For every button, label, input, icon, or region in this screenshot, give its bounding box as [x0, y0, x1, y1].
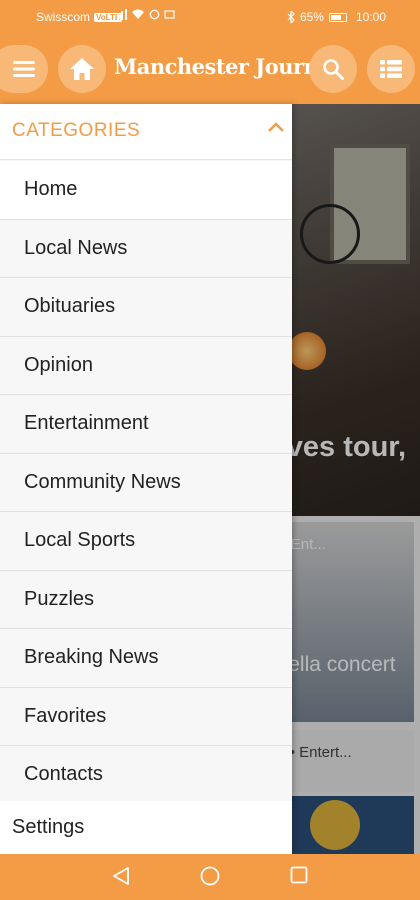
signal-icons — [113, 9, 175, 20]
system-nav-bar — [0, 854, 420, 900]
brand-logo[interactable]: Manchester Journal — [114, 54, 339, 79]
notification-icon — [164, 10, 175, 19]
categories-label: CATEGORIES — [12, 120, 141, 141]
carrier: Swisscom VoLTE — [36, 10, 123, 24]
category-item-favorites[interactable]: Favorites — [0, 687, 292, 746]
list-icon — [380, 60, 402, 78]
signal-icon — [113, 9, 127, 20]
category-item-local-sports[interactable]: Local Sports — [0, 512, 292, 571]
list-button[interactable] — [367, 45, 415, 93]
category-item-puzzles[interactable]: Puzzles — [0, 570, 292, 629]
clock: 10:00 — [355, 10, 386, 24]
search-button[interactable] — [309, 45, 357, 93]
status-bar: Swisscom VoLTE 65% 10:00 — [0, 0, 420, 34]
back-icon[interactable] — [112, 866, 130, 886]
status-right: 65% 10:00 — [287, 10, 386, 24]
category-item-contacts[interactable]: Contacts — [0, 746, 292, 805]
battery-icon — [328, 12, 347, 22]
menu-button[interactable] — [0, 45, 48, 93]
category-item-entertainment[interactable]: Entertainment — [0, 395, 292, 454]
category-item-community-news[interactable]: Community News — [0, 453, 292, 512]
alarm-icon — [149, 9, 160, 20]
app-header: Manchester Journal — [0, 34, 420, 104]
navigation-drawer: CATEGORIES Home Local News Obituaries Op… — [0, 104, 292, 854]
home-button[interactable] — [58, 45, 106, 93]
menu-icon — [13, 61, 35, 77]
bluetooth-icon — [287, 11, 295, 23]
category-list: Home Local News Obituaries Opinion Enter… — [0, 161, 292, 805]
battery-percent: 65% — [299, 10, 324, 24]
search-icon — [323, 59, 344, 80]
wifi-icon — [132, 9, 144, 19]
home-icon — [70, 58, 94, 80]
category-item-breaking-news[interactable]: Breaking News — [0, 629, 292, 688]
category-item-home[interactable]: Home — [0, 161, 292, 220]
settings-item[interactable]: Settings — [0, 801, 292, 854]
category-item-obituaries[interactable]: Obituaries — [0, 278, 292, 337]
carrier-name: Swisscom — [36, 10, 91, 24]
categories-header[interactable]: CATEGORIES — [0, 104, 292, 160]
chevron-up-icon — [268, 122, 284, 132]
home-nav-icon[interactable] — [200, 866, 220, 886]
recents-icon[interactable] — [290, 866, 308, 884]
category-item-opinion[interactable]: Opinion — [0, 336, 292, 395]
category-item-local-news[interactable]: Local News — [0, 219, 292, 278]
